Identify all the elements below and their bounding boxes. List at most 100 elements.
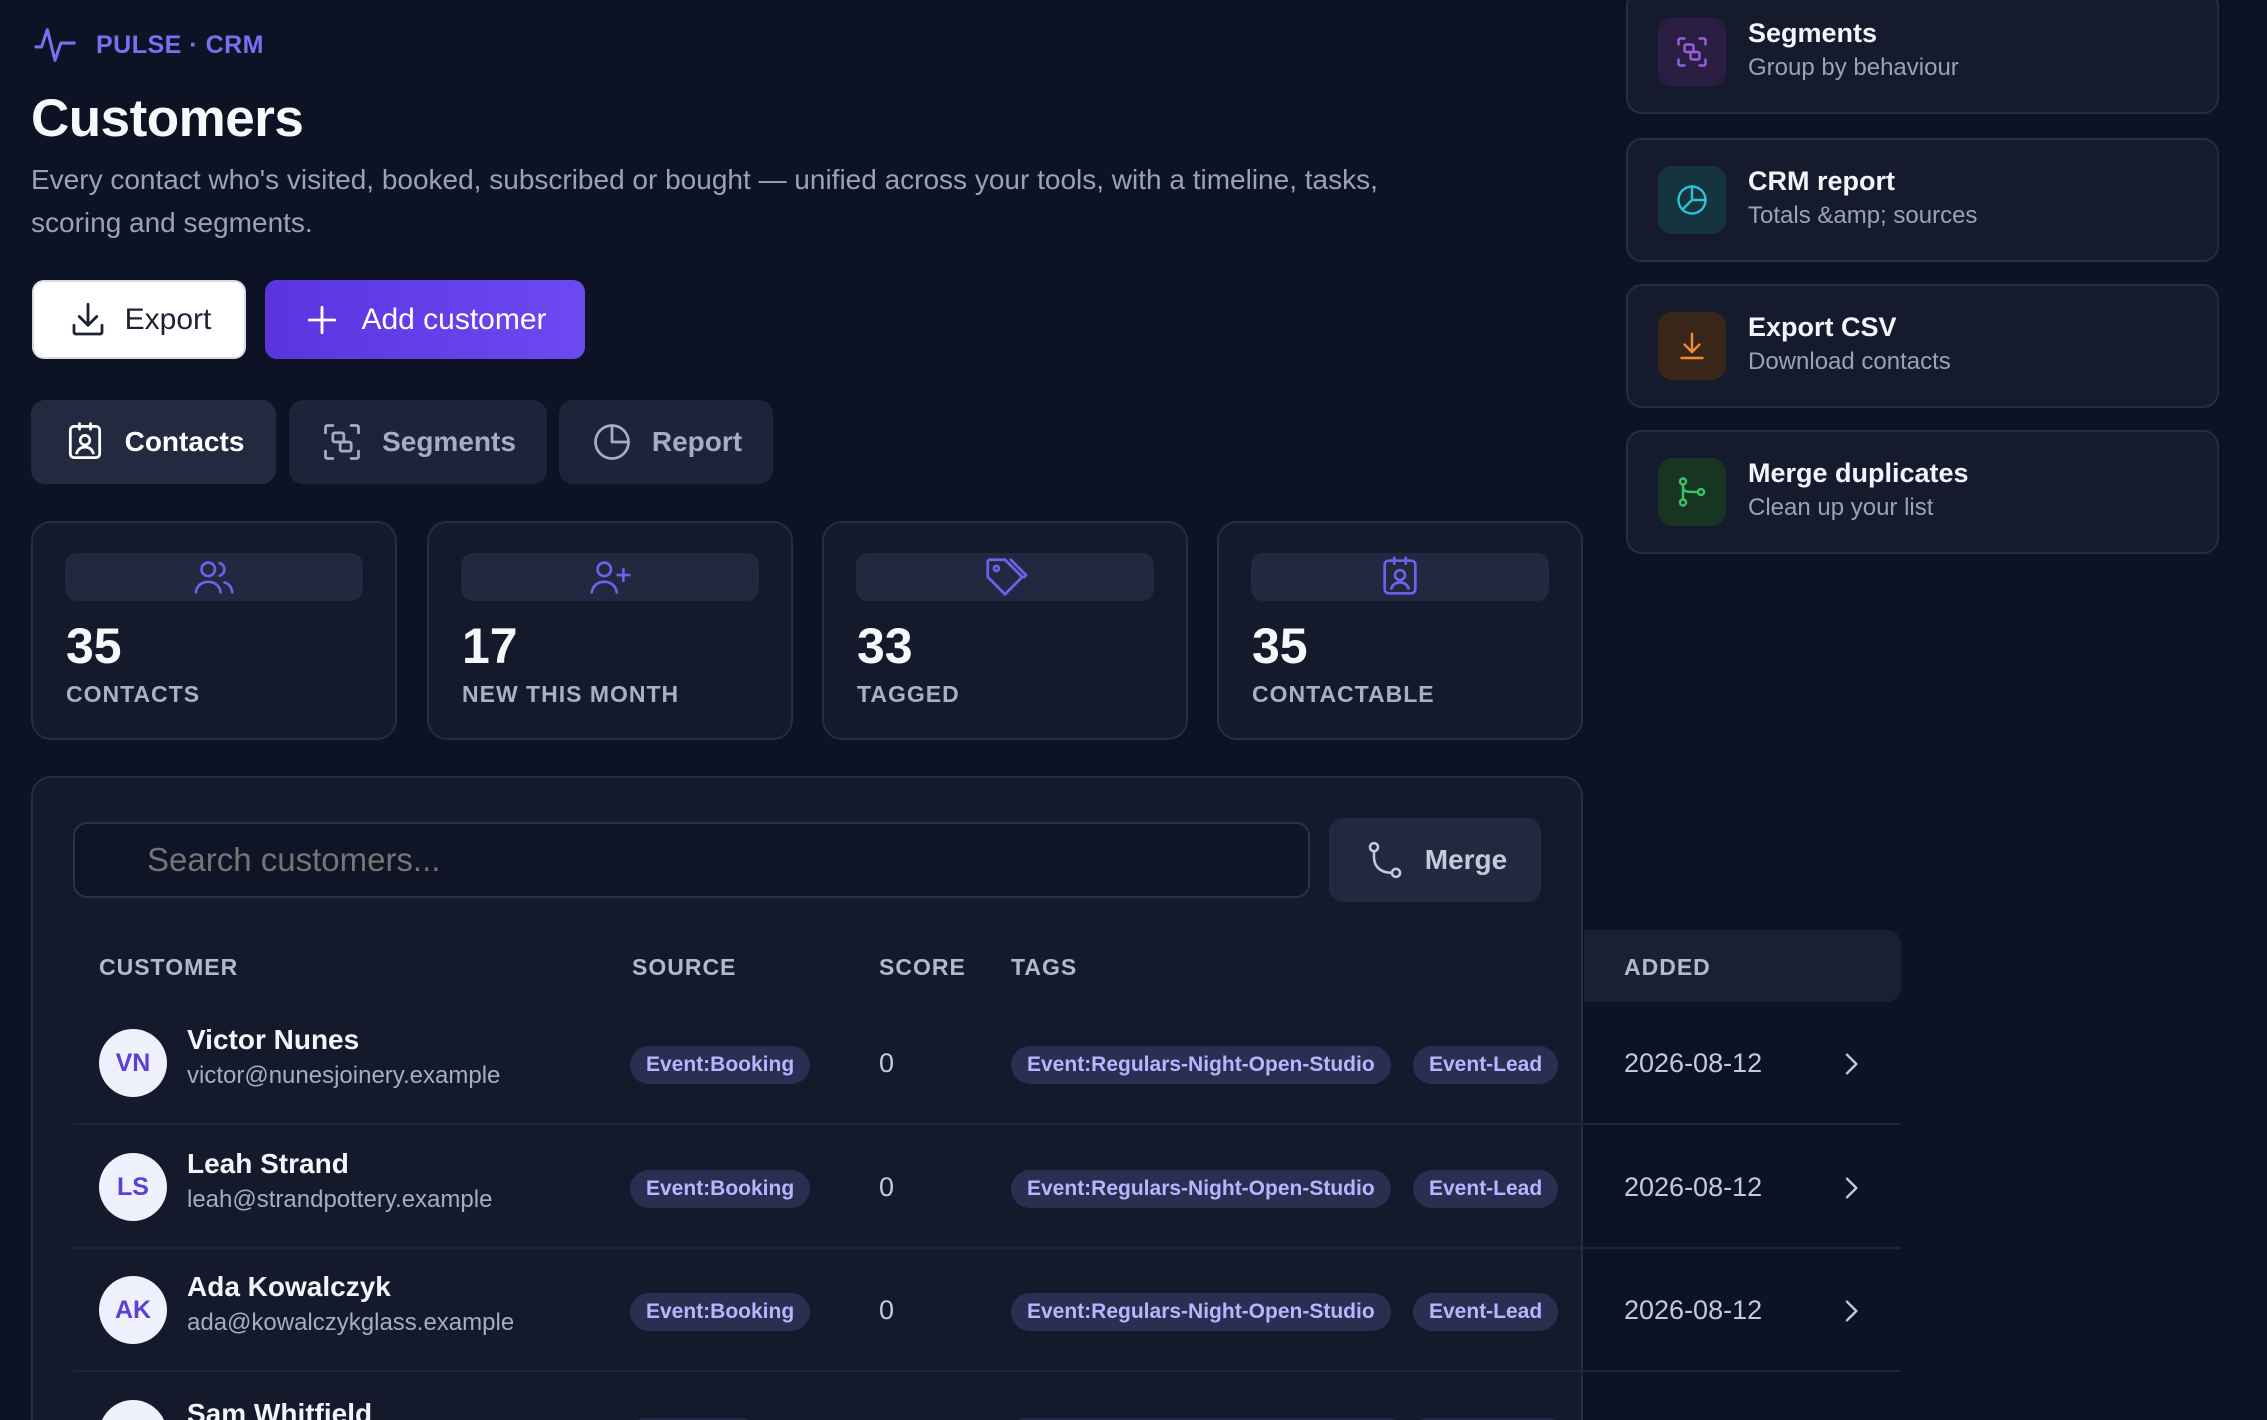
- contact-card-icon: [1377, 554, 1423, 600]
- chevron-right-icon[interactable]: [1835, 1048, 1867, 1080]
- segments-icon: [1658, 18, 1726, 86]
- avatar: AK: [99, 1276, 167, 1344]
- stat-card-new-this-month: 17 NEW THIS MONTH: [427, 521, 793, 740]
- stat-icon-bar: [1251, 553, 1549, 601]
- customer-email: victor@nunesjoinery.example: [187, 1062, 501, 1089]
- tag-badge: Event:Regulars-Night-Open-Studio: [1011, 1170, 1391, 1208]
- pie-chart-icon: [1658, 166, 1726, 234]
- customer-name: Leah Strand: [187, 1148, 349, 1179]
- source-badge: Event:Booking: [630, 1170, 811, 1208]
- search-input[interactable]: [73, 822, 1310, 898]
- column-header-score[interactable]: SCORE: [879, 954, 966, 981]
- customer-name: Victor Nunes: [187, 1024, 360, 1055]
- add-customer-button[interactable]: Add customer: [265, 280, 585, 359]
- score-value: 0: [879, 1295, 895, 1325]
- stat-card-tagged: 33 TAGGED: [822, 521, 1188, 740]
- pulse-icon: [32, 22, 78, 68]
- stat-label: TAGGED: [857, 681, 960, 707]
- column-header-tags[interactable]: TAGS: [1011, 954, 1077, 981]
- chevron-right-icon[interactable]: [1835, 1295, 1867, 1327]
- stat-value: 35: [66, 618, 122, 674]
- export-button[interactable]: Export: [32, 280, 246, 359]
- stat-icon-bar: [65, 553, 363, 601]
- page-title: Customers: [31, 89, 304, 148]
- score-value: 0: [879, 1172, 895, 1202]
- source-badge: Event:Booking: [630, 1293, 811, 1331]
- brand-name: PULSE · CRM: [96, 30, 264, 59]
- shortcut-segments[interactable]: Segments Group by behaviour: [1626, 0, 2219, 114]
- avatar: LS: [99, 1153, 167, 1221]
- add-customer-label: Add customer: [361, 302, 547, 336]
- added-date: 2026-08-12: [1624, 1295, 1763, 1325]
- source-badge: Event:Booking: [630, 1046, 811, 1084]
- shortcut-subtitle: Clean up your list: [1748, 494, 1934, 521]
- tag-badge: Event-Lead: [1413, 1293, 1559, 1331]
- score-value: 0: [879, 1048, 895, 1078]
- tag-badge: Event:Regulars-Night-Open-Studio: [1011, 1293, 1391, 1331]
- tag-badge: Event:Regulars-Night-Open-Studio: [1011, 1046, 1391, 1084]
- column-header-added[interactable]: ADDED: [1624, 954, 1711, 981]
- stat-label: NEW THIS MONTH: [462, 681, 680, 707]
- customer-email: leah@strandpottery.example: [187, 1186, 493, 1213]
- stat-value: 35: [1252, 618, 1308, 674]
- shortcut-export-csv[interactable]: Export CSV Download contacts: [1626, 284, 2219, 408]
- shortcut-title: Segments: [1748, 18, 1878, 48]
- merge-button-label: Merge: [1424, 844, 1508, 875]
- tag-icon: [982, 554, 1028, 600]
- table-header: CUSTOMER SOURCE SCORE TAGS ADDED: [73, 930, 1901, 1002]
- stat-label: CONTACTABLE: [1252, 681, 1435, 707]
- customer-name: Ada Kowalczyk: [187, 1271, 391, 1302]
- stat-icon-bar: [461, 553, 759, 601]
- stat-icon-bar: [856, 553, 1154, 601]
- shortcut-subtitle: Group by behaviour: [1748, 54, 1959, 81]
- pie-chart-icon: [590, 420, 634, 464]
- brand[interactable]: PULSE · CRM: [32, 22, 264, 68]
- stat-value: 17: [462, 618, 518, 674]
- chevron-right-icon[interactable]: [1835, 1172, 1867, 1204]
- tab-report-label: Report: [651, 426, 743, 457]
- segments-icon: [320, 420, 364, 464]
- download-icon: [67, 299, 109, 341]
- avatar: [99, 1400, 167, 1420]
- shortcut-subtitle: Totals &amp; sources: [1748, 202, 1978, 229]
- tab-segments[interactable]: Segments: [289, 400, 547, 484]
- tab-report[interactable]: Report: [559, 400, 773, 484]
- column-header-customer[interactable]: CUSTOMER: [99, 954, 238, 981]
- tab-contacts-label: Contacts: [124, 426, 245, 457]
- download-icon: [1658, 312, 1726, 380]
- shortcut-subtitle: Download contacts: [1748, 348, 1951, 375]
- tag-badge: Event-Lead: [1413, 1046, 1559, 1084]
- table-row[interactable]: Sam Whitfield: [73, 1372, 1901, 1420]
- stat-card-contacts: 35 CONTACTS: [31, 521, 397, 740]
- user-plus-icon: [587, 554, 633, 600]
- plus-icon: [303, 301, 341, 339]
- customer-email: ada@kowalczykglass.example: [187, 1309, 515, 1336]
- tab-contacts[interactable]: Contacts: [31, 400, 276, 484]
- shortcut-title: Export CSV: [1748, 312, 1897, 342]
- merge-icon: [1363, 838, 1407, 882]
- customer-name: Sam Whitfield: [187, 1398, 373, 1420]
- added-date: 2026-08-12: [1624, 1048, 1763, 1078]
- users-icon: [191, 554, 237, 600]
- avatar: VN: [99, 1029, 167, 1097]
- tag-badge: Event-Lead: [1413, 1170, 1559, 1208]
- tab-segments-label: Segments: [382, 426, 516, 457]
- shortcut-crm-report[interactable]: CRM report Totals &amp; sources: [1626, 138, 2219, 262]
- merge-button[interactable]: Merge: [1329, 818, 1541, 902]
- shortcut-merge-duplicates[interactable]: Merge duplicates Clean up your list: [1626, 430, 2219, 554]
- table-row[interactable]: VN Victor Nunes victor@nunesjoinery.exam…: [73, 1002, 1901, 1125]
- customers-page: PULSE · CRM Customers Every contact who'…: [0, 0, 2267, 1420]
- export-button-label: Export: [124, 302, 212, 336]
- table-row[interactable]: AK Ada Kowalczyk ada@kowalczykglass.exam…: [73, 1249, 1901, 1372]
- merge-icon: [1658, 458, 1726, 526]
- table-row[interactable]: LS Leah Strand leah@strandpottery.exampl…: [73, 1126, 1901, 1249]
- shortcut-title: CRM report: [1748, 166, 1895, 196]
- shortcut-title: Merge duplicates: [1748, 458, 1969, 488]
- stat-label: CONTACTS: [66, 681, 201, 707]
- column-header-source[interactable]: SOURCE: [632, 954, 736, 981]
- page-description: Every contact who's visited, booked, sub…: [31, 164, 1378, 238]
- contact-card-icon: [63, 420, 107, 464]
- added-date: 2026-08-12: [1624, 1172, 1763, 1202]
- stat-value: 33: [857, 618, 913, 674]
- stat-card-contactable: 35 CONTACTABLE: [1217, 521, 1583, 740]
